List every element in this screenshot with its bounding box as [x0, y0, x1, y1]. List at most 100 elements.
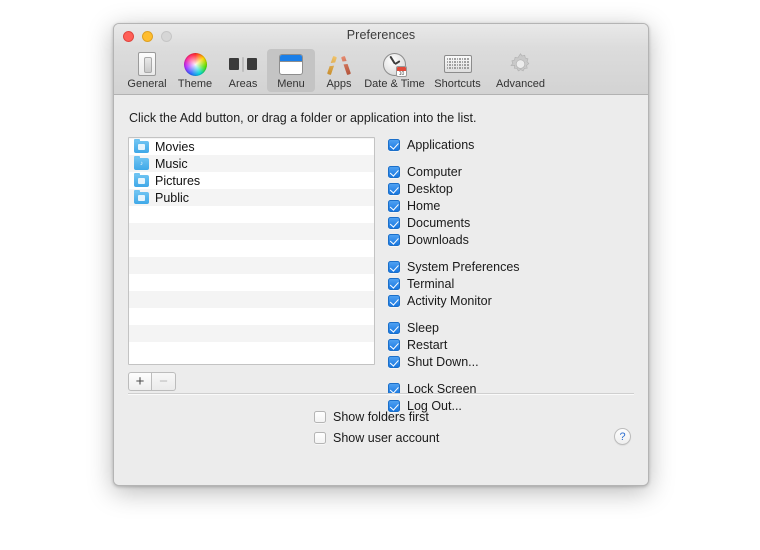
color-wheel-icon: [172, 51, 218, 77]
toolbar-item-advanced[interactable]: Advanced: [489, 49, 552, 92]
checkbox-row-downloads[interactable]: Downloads: [388, 231, 638, 248]
checkbox-label-sleep: Sleep: [407, 320, 439, 335]
add-button[interactable]: +: [128, 372, 152, 391]
hint-text: Click the Add button, or drag a folder o…: [129, 111, 477, 125]
folder-list[interactable]: Movies ♪ Music Pictures Public: [128, 137, 375, 365]
checkbox-row-documents[interactable]: Documents: [388, 214, 638, 231]
checkbox-group-applications: Applications: [388, 136, 638, 153]
folder-movies-icon: [134, 138, 149, 153]
checkbox-label-restart: Restart: [407, 337, 448, 352]
checkbox-terminal[interactable]: [388, 277, 400, 290]
list-item-label: Public: [155, 190, 190, 205]
section-divider: [128, 393, 634, 395]
toolbar-item-date-time[interactable]: 10 Date & Time: [363, 49, 426, 92]
preferences-toolbar: General Theme Areas Menu Apps 10 Date & …: [114, 48, 648, 95]
split-panes-icon: [220, 51, 266, 77]
toolbar-item-areas[interactable]: Areas: [219, 49, 267, 92]
folder-public-icon: [134, 189, 149, 204]
toolbar-label-menu: Menu: [277, 78, 305, 90]
checkbox-row-restart[interactable]: Restart: [388, 336, 638, 353]
checkbox-documents[interactable]: [388, 216, 400, 229]
checkbox-sleep[interactable]: [388, 321, 400, 334]
menu-items-checklist: Applications Computer Desktop Home Docum…: [388, 136, 638, 414]
checkbox-label-terminal: Terminal: [407, 276, 455, 291]
checkbox-show-folders-first[interactable]: [314, 410, 326, 423]
checkbox-label-show-folders-first: Show folders first: [333, 409, 429, 424]
checkbox-label-activity-monitor: Activity Monitor: [407, 293, 492, 308]
window-title: Preferences: [346, 28, 416, 42]
toolbar-item-shortcuts[interactable]: Shortcuts: [426, 49, 489, 92]
checkbox-row-shut-down[interactable]: Shut Down...: [388, 353, 638, 370]
clock-calendar-icon: 10: [364, 51, 425, 77]
list-buttons: + −: [128, 372, 176, 391]
keyboard-icon: [427, 51, 488, 77]
checkbox-desktop[interactable]: [388, 182, 400, 195]
checkbox-system-preferences[interactable]: [388, 260, 400, 273]
checkbox-downloads[interactable]: [388, 233, 400, 246]
toolbar-label-date-time: Date & Time: [364, 78, 425, 90]
remove-button: −: [152, 372, 176, 391]
list-item[interactable]: Pictures: [129, 172, 374, 189]
checkbox-label-home: Home: [407, 198, 441, 213]
checkbox-home[interactable]: [388, 199, 400, 212]
checkbox-label-documents: Documents: [407, 215, 471, 230]
checkbox-row-terminal[interactable]: Terminal: [388, 275, 638, 292]
checkbox-group-locations: Computer Desktop Home Documents Download…: [388, 163, 638, 248]
list-empty-row: [129, 274, 374, 291]
list-empty-row: [129, 206, 374, 223]
checkbox-label-computer: Computer: [407, 164, 462, 179]
toolbar-label-theme: Theme: [177, 78, 213, 90]
list-item-label: Movies: [155, 139, 195, 154]
toolbar-item-general[interactable]: General: [123, 49, 171, 92]
checkbox-label-system-preferences: System Preferences: [407, 259, 520, 274]
help-icon[interactable]: ?: [614, 428, 631, 445]
bottom-options: Show folders first Show user account: [314, 406, 439, 448]
checkbox-label-applications: Applications: [407, 137, 475, 152]
toolbar-label-general: General: [127, 78, 167, 90]
list-item-label: Music: [155, 156, 188, 171]
checkbox-row-activity-monitor[interactable]: Activity Monitor: [388, 292, 638, 309]
list-empty-row: [129, 342, 374, 359]
checkbox-label-shut-down: Shut Down...: [407, 354, 479, 369]
checkbox-row-desktop[interactable]: Desktop: [388, 180, 638, 197]
list-item-label: Pictures: [155, 173, 201, 188]
window-titlebar: Preferences: [114, 24, 648, 48]
checkbox-activity-monitor[interactable]: [388, 294, 400, 307]
checkbox-row-show-user-account[interactable]: Show user account: [314, 427, 439, 448]
list-empty-row: [129, 240, 374, 257]
toolbar-label-areas: Areas: [228, 78, 258, 90]
checkbox-label-desktop: Desktop: [407, 181, 453, 196]
checkbox-row-computer[interactable]: Computer: [388, 163, 638, 180]
toolbar-label-advanced: Advanced: [496, 78, 545, 90]
toolbar-item-apps[interactable]: Apps: [315, 49, 363, 92]
checkbox-label-show-user-account: Show user account: [333, 430, 440, 445]
app-store-icon: [316, 51, 362, 77]
gear-icon: [490, 51, 551, 77]
checkbox-row-system-preferences[interactable]: System Preferences: [388, 258, 638, 275]
checkbox-group-power: Sleep Restart Shut Down...: [388, 319, 638, 370]
checkbox-applications[interactable]: [388, 138, 400, 151]
toolbar-label-apps: Apps: [326, 78, 352, 90]
checkbox-restart[interactable]: [388, 338, 400, 351]
window-menu-icon: [268, 51, 314, 77]
checkbox-computer[interactable]: [388, 165, 400, 178]
list-item[interactable]: Public: [129, 189, 374, 206]
toolbar-item-theme[interactable]: Theme: [171, 49, 219, 92]
checkbox-row-home[interactable]: Home: [388, 197, 638, 214]
list-empty-row: [129, 325, 374, 342]
list-item[interactable]: Movies: [129, 138, 374, 155]
checkbox-group-utilities: System Preferences Terminal Activity Mon…: [388, 258, 638, 309]
folder-music-icon: ♪: [134, 155, 149, 170]
toggle-switch-icon: [124, 51, 170, 77]
list-item[interactable]: ♪ Music: [129, 155, 374, 172]
toolbar-item-menu[interactable]: Menu: [267, 49, 315, 92]
checkbox-row-applications[interactable]: Applications: [388, 136, 638, 153]
list-empty-row: [129, 291, 374, 308]
checkbox-shut-down[interactable]: [388, 355, 400, 368]
list-empty-row: [129, 257, 374, 274]
checkbox-show-user-account[interactable]: [314, 431, 326, 444]
checkbox-row-sleep[interactable]: Sleep: [388, 319, 638, 336]
checkbox-row-show-folders-first[interactable]: Show folders first: [314, 406, 439, 427]
toolbar-label-shortcuts: Shortcuts: [434, 78, 481, 90]
folder-pictures-icon: [134, 172, 149, 187]
